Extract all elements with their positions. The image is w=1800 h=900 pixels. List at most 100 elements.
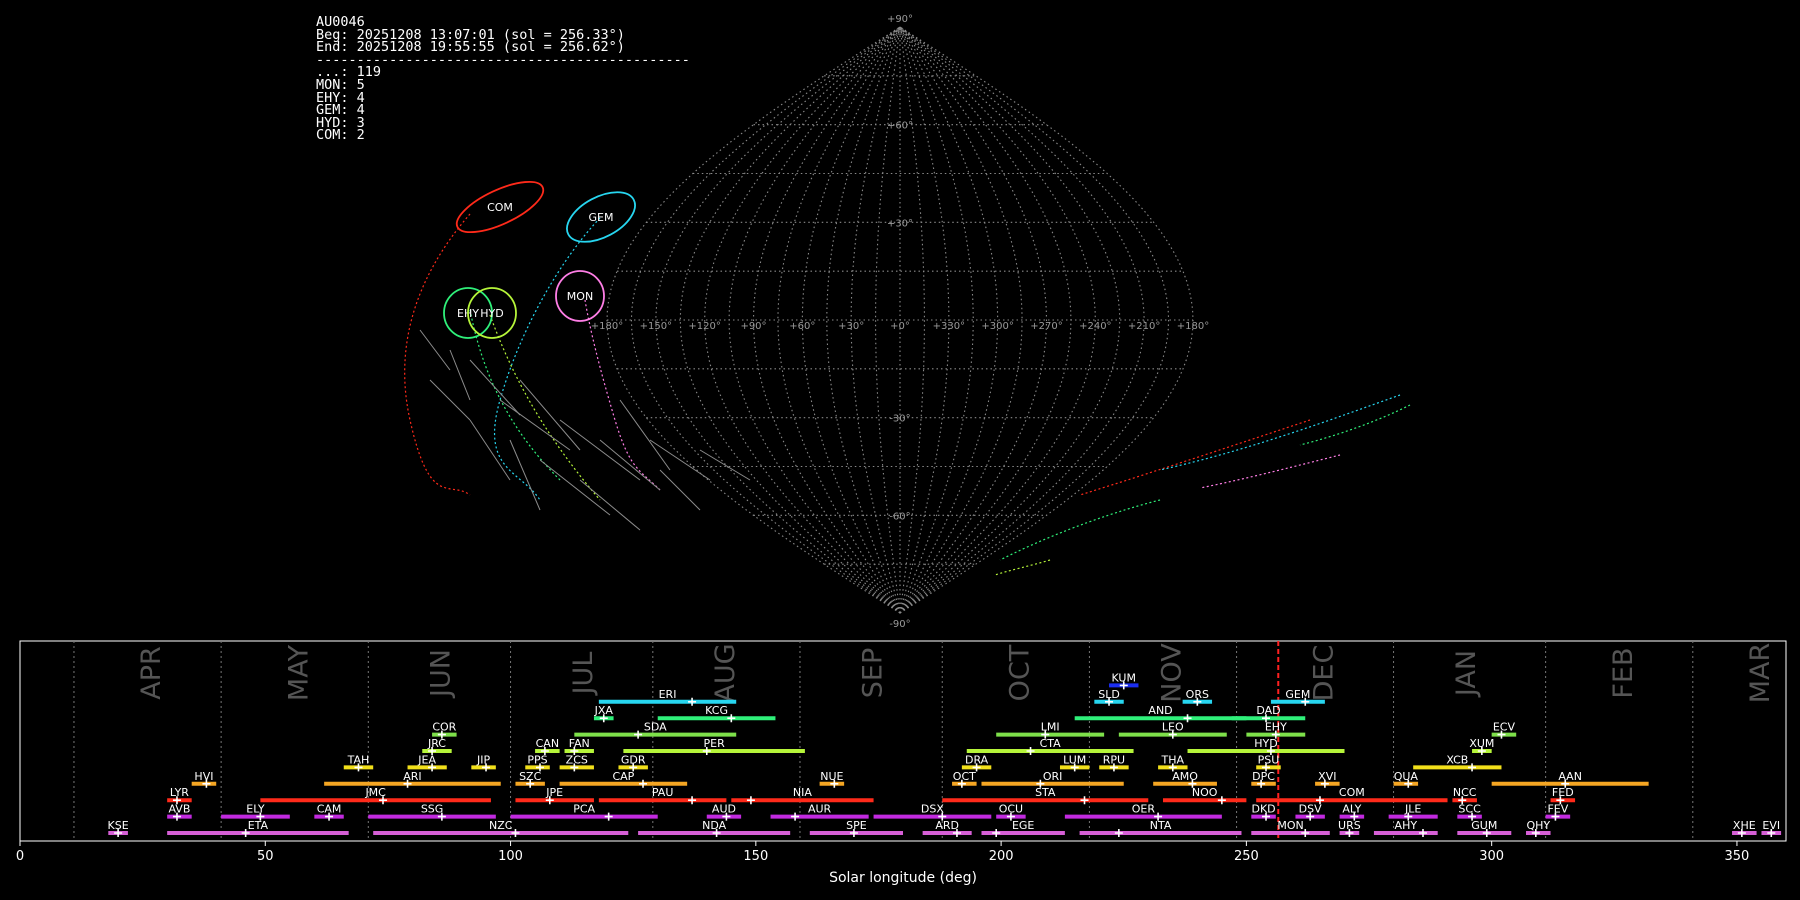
shower-label-pca: PCA bbox=[573, 803, 595, 816]
shower-label-amo: AMO bbox=[1172, 770, 1198, 783]
shower-peak-noo bbox=[1217, 796, 1226, 805]
x-tick-label: 350 bbox=[1725, 849, 1750, 864]
meteor-track bbox=[1079, 419, 1311, 496]
meteor-track bbox=[489, 314, 601, 501]
x-tick-label: 0 bbox=[16, 849, 24, 864]
shower-label-qhy: QHY bbox=[1526, 819, 1550, 832]
shower-label-jmc: JMC bbox=[364, 786, 386, 799]
lon-label: +300° bbox=[981, 321, 1013, 332]
shower-label-dsx: DSX bbox=[921, 803, 944, 816]
lon-label: +120° bbox=[688, 321, 720, 332]
x-tick-label: 300 bbox=[1479, 849, 1504, 864]
shower-label-gdr: GDR bbox=[621, 753, 646, 766]
month-label-jun: JUN bbox=[426, 649, 457, 699]
shower-label-noo: NOO bbox=[1192, 786, 1218, 799]
shower-label-nda: NDA bbox=[702, 819, 727, 832]
month-label-jul: JUL bbox=[568, 652, 599, 697]
lon-label: +150° bbox=[640, 321, 672, 332]
shower-peak-and bbox=[1183, 714, 1192, 723]
shower-label-xvi: XVI bbox=[1318, 770, 1336, 783]
lon-label: +210° bbox=[1128, 321, 1160, 332]
shower-label-avb: AVB bbox=[168, 803, 190, 816]
shower-label-xum: XUM bbox=[1469, 737, 1494, 750]
lon-label: +180° bbox=[591, 321, 623, 332]
meteor-track bbox=[1159, 394, 1401, 471]
shower-peak-ege bbox=[992, 829, 1001, 837]
shower-label-ncc: NCC bbox=[1453, 786, 1477, 799]
lat-label: -60° bbox=[889, 511, 910, 522]
shower-radiants: COMGEMMONEHY HYD bbox=[443, 180, 636, 339]
shower-label-pau: PAU bbox=[652, 786, 674, 799]
month-label-may: MAY bbox=[283, 644, 314, 701]
shower-peak-ahy bbox=[1418, 829, 1427, 837]
shower-label-oct: OCT bbox=[953, 770, 976, 783]
month-label-aug: AUG bbox=[710, 643, 741, 702]
shower-peak-sda bbox=[634, 730, 643, 739]
shower-label-aan: AAN bbox=[1558, 770, 1582, 783]
month-labels: APR MAY JUN JUL AUG SEP OCT NOV DEC JAN FEB MAR bbox=[136, 643, 1776, 704]
shower-label-zcs: ZCS bbox=[566, 753, 588, 766]
sporadic-track bbox=[649, 439, 711, 481]
x-tick-label: 200 bbox=[989, 849, 1014, 864]
sol-axis: 0 50 100 150 200 250 300 350 bbox=[16, 841, 1749, 864]
shower-label-oer: OER bbox=[1132, 803, 1156, 816]
shower-label-hyd: HYD bbox=[1254, 737, 1277, 750]
shower-label-lmi: LMI bbox=[1041, 721, 1060, 734]
shower-label-can: CAN bbox=[536, 737, 559, 750]
shower-label-ors: ORS bbox=[1186, 688, 1209, 701]
lon-label: +0° bbox=[890, 321, 910, 332]
shower-label-jip: JIP bbox=[476, 753, 490, 766]
shower-label-ege: EGE bbox=[1012, 819, 1034, 832]
shower-label-jrc: JRC bbox=[427, 737, 446, 750]
shower-peak-pau bbox=[688, 796, 697, 805]
radiant-label-com: COM bbox=[487, 201, 513, 214]
shower-peak-kcg bbox=[727, 714, 736, 723]
lat-label: +90° bbox=[887, 14, 913, 25]
shower-label-psu: PSU bbox=[1258, 753, 1280, 766]
shower-label-aur: AUR bbox=[808, 803, 832, 816]
sky-grid bbox=[606, 26, 1194, 614]
shower-peak-sta bbox=[1080, 796, 1089, 805]
shower-label-gum: GUM bbox=[1471, 819, 1497, 832]
sky-axis-labels: +180° +150° +120° +90° +60° +30° +0° +330° +300°… bbox=[591, 14, 1209, 630]
shower-label-per: PER bbox=[704, 737, 726, 750]
shower-label-nue: NUE bbox=[820, 770, 843, 783]
shower-label-cta: CTA bbox=[1040, 737, 1062, 750]
lon-label: +60° bbox=[789, 321, 815, 332]
lat-label: +60° bbox=[887, 121, 913, 132]
shower-label-jpe: JPE bbox=[545, 786, 563, 799]
sporadic-track bbox=[619, 399, 671, 471]
lon-label: +330° bbox=[933, 321, 965, 332]
meteor-track bbox=[1299, 404, 1411, 446]
lon-label: +240° bbox=[1079, 321, 1111, 332]
month-label-feb: FEB bbox=[1608, 647, 1639, 698]
meteor-track bbox=[1199, 454, 1341, 489]
shower-label-ari: ARI bbox=[403, 770, 421, 783]
sporadic-track bbox=[419, 329, 451, 371]
shower-label-aly: ALY bbox=[1342, 803, 1361, 816]
month-label-sep: SEP bbox=[857, 648, 888, 698]
shower-peak-cap bbox=[639, 779, 648, 788]
sporadic-track bbox=[559, 419, 641, 481]
shower-label-sta: STA bbox=[1035, 786, 1056, 799]
grid-meridian bbox=[850, 26, 901, 614]
shower-label-tha: THA bbox=[1161, 753, 1185, 766]
shower-label-scc: SCC bbox=[1458, 803, 1481, 816]
shower-label-dkd: DKD bbox=[1251, 803, 1275, 816]
shower-label-nia: NIA bbox=[793, 786, 812, 799]
shower-label-jle: JLE bbox=[1404, 803, 1421, 816]
x-tick-label: 100 bbox=[498, 849, 523, 864]
shower-peak-nia bbox=[746, 796, 755, 805]
shower-label-cap: CAP bbox=[612, 770, 634, 783]
month-label-dec: DEC bbox=[1309, 645, 1340, 702]
shower-label-jxa: JXA bbox=[594, 704, 614, 717]
shower-activity-bars: KUM ERI SLD ORS GEM JXA KCG AND DAD COR SDA LMI LEO E… bbox=[108, 671, 1782, 837]
shower-label-eta: ETA bbox=[248, 819, 269, 832]
shower-label-fev: FEV bbox=[1547, 803, 1568, 816]
lon-label: +30° bbox=[838, 321, 864, 332]
shower-label-fan: FAN bbox=[569, 737, 590, 750]
sporadic-track bbox=[519, 379, 581, 451]
lon-label: +90° bbox=[740, 321, 766, 332]
shower-label-nzc: NZC bbox=[489, 819, 513, 832]
grid-meridian bbox=[899, 26, 925, 614]
